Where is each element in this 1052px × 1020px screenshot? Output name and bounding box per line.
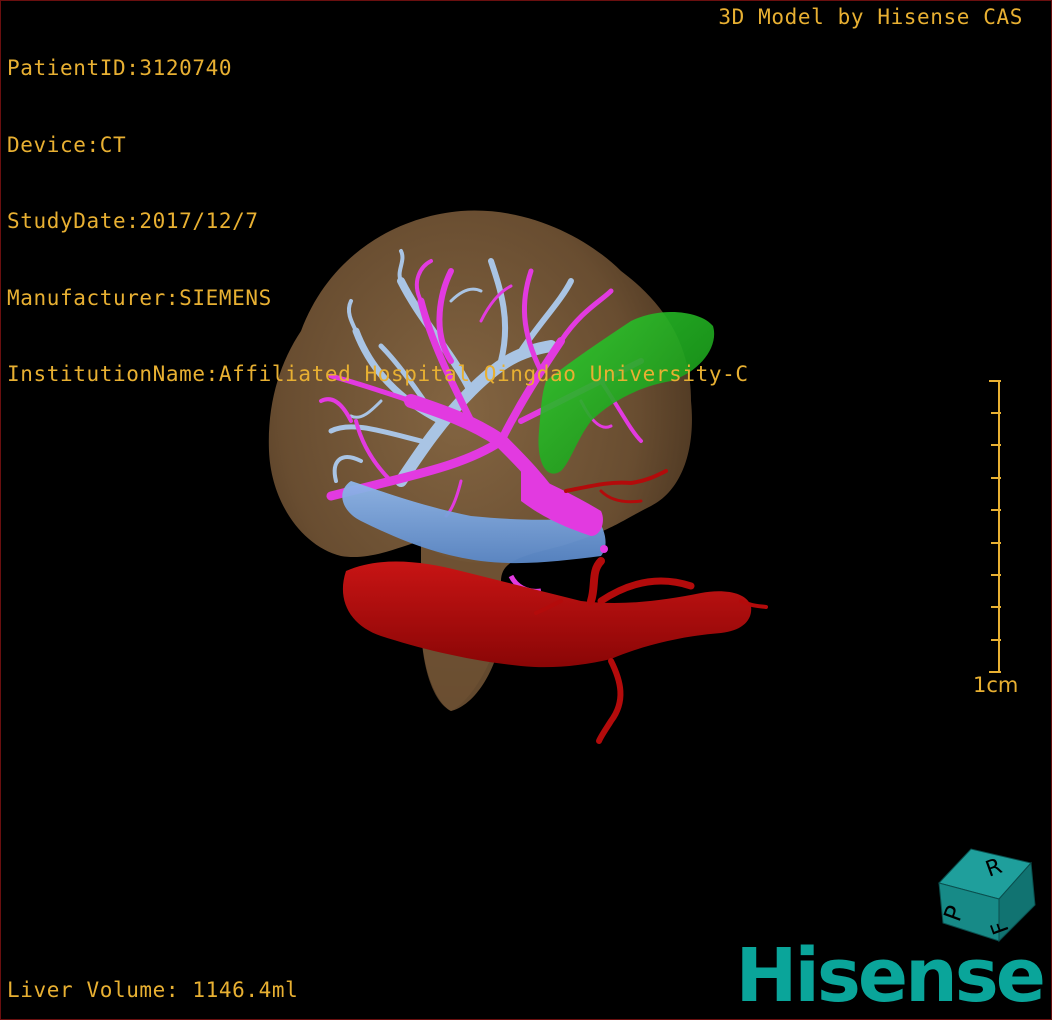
- hisense-logo: Hisense: [735, 933, 1046, 1019]
- patient-id-label: PatientID:3120740: [7, 56, 233, 80]
- scale-bar: [989, 380, 1001, 673]
- study-date-label: StudyDate:2017/12/7: [7, 209, 259, 233]
- liver-volume-label: Liver Volume: 1146.4ml: [7, 977, 299, 1002]
- dicom-info-panel: PatientID:3120740 Device:CT StudyDate:20…: [7, 5, 749, 439]
- orientation-cube-icon[interactable]: R P F: [931, 841, 1041, 946]
- institution-label: InstitutionName:Affiliated Hospital Qing…: [7, 362, 749, 386]
- aorta: [342, 561, 752, 668]
- device-label: Device:CT: [7, 132, 127, 157]
- model-credit-label: 3D Model by Hisense CAS: [718, 5, 1023, 29]
- 3d-viewport[interactable]: PatientID:3120740 Device:CT StudyDate:20…: [0, 0, 1052, 1020]
- manufacturer-label: Manufacturer:SIEMENS: [7, 285, 272, 310]
- scale-bar-label: 1cm: [973, 673, 1019, 697]
